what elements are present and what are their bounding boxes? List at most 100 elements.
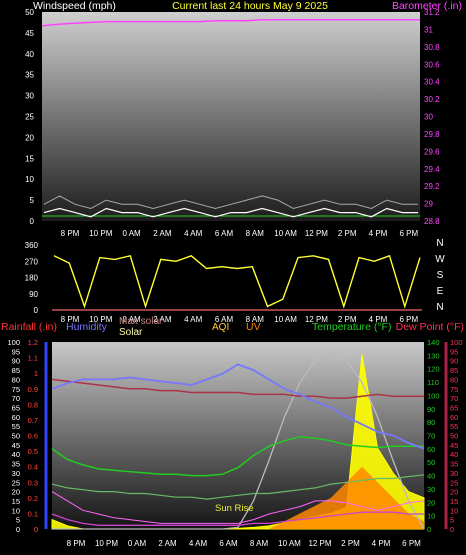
humidity-y-tick: 100	[7, 338, 20, 347]
humidity-y-tick: 85	[12, 366, 20, 375]
dewpoint-y-tick: 55	[450, 422, 458, 431]
temperature-y-tick: 20	[427, 498, 435, 507]
rain-y-tick: 0.9	[28, 385, 38, 394]
rain-y-tick: 0.6	[28, 432, 38, 441]
wind-y-tick: 10	[25, 175, 34, 184]
dewpoint-axis-title: Dew Point (°F)	[396, 321, 464, 333]
multi-x-tick: 4 PM	[372, 539, 391, 548]
direction-y-tick: 360	[25, 241, 39, 250]
rain-y-tick: 0.5	[28, 447, 38, 456]
humidity-y-tick: 55	[12, 422, 20, 431]
humidity-y-tick: 80	[12, 375, 20, 384]
dewpoint-y-tick: 70	[450, 394, 458, 403]
dewpoint-y-tick: 60	[450, 413, 458, 422]
humidity-y-tick: 50	[12, 432, 20, 441]
temperature-y-tick: 60	[427, 445, 435, 454]
rain-y-tick: 1.2	[28, 338, 38, 347]
dewpoint-y-tick: 85	[450, 366, 458, 375]
dewpoint-y-tick: 45	[450, 441, 458, 450]
temperature-y-tick: 40	[427, 472, 435, 481]
wind-y-tick: 5	[30, 196, 35, 205]
dewpoint-y-tick: 30	[450, 469, 458, 478]
humidity-legend: Humidity	[66, 321, 108, 333]
windspeed-axis-title: Windspeed (mph)	[33, 0, 116, 12]
dewpoint-y-tick: 0	[450, 525, 454, 534]
wind-y-tick: 35	[25, 71, 34, 80]
barometer-y-tick: 29	[424, 200, 433, 209]
wind-x-tick: 6 PM	[399, 229, 418, 238]
dewpoint-y-tick: 95	[450, 347, 458, 356]
wind-y-tick: 15	[25, 154, 34, 163]
rain-y-tick: 0.2	[28, 494, 38, 503]
humidity-y-tick: 75	[12, 385, 20, 394]
barometer-y-tick: 29.8	[424, 130, 440, 139]
rainfall-axis-title: Rainfall (.in)	[1, 321, 57, 333]
wind-y-tick: 20	[25, 133, 34, 142]
max-solar-legend: Max solar	[119, 316, 163, 327]
multi-x-tick: 10 PM	[95, 539, 118, 548]
rain-y-tick: 0.4	[28, 463, 38, 472]
compass-label: W	[435, 254, 445, 265]
humidity-y-tick: 60	[12, 413, 20, 422]
rain-y-tick: 1	[34, 369, 38, 378]
rain-y-tick: 0	[34, 525, 38, 534]
uv-legend: UV	[246, 321, 261, 333]
humidity-y-tick: 10	[12, 506, 20, 515]
humidity-y-tick: 30	[12, 469, 20, 478]
wind-plot-background	[42, 12, 420, 221]
wind-x-tick: 4 AM	[184, 229, 203, 238]
wind-y-tick: 0	[30, 217, 35, 226]
humidity-y-tick: 45	[12, 441, 20, 450]
humidity-y-tick: 25	[12, 478, 20, 487]
temperature-y-tick: 10	[427, 512, 435, 521]
temperature-y-tick: 50	[427, 458, 435, 467]
temperature-y-tick: 120	[427, 365, 440, 374]
multi-x-tick: 6 PM	[402, 539, 421, 548]
rain-y-tick: 1.1	[28, 354, 38, 363]
direction-y-tick: 180	[25, 274, 39, 283]
barometer-y-tick: 31	[424, 25, 433, 34]
dewpoint-y-tick: 10	[450, 506, 458, 515]
wind-x-tick: 8 AM	[246, 229, 265, 238]
multi-x-tick: 0 AM	[128, 539, 147, 548]
barometer-y-tick: 30.8	[424, 43, 440, 52]
sunrise-annotation: Sun Rise	[215, 503, 254, 514]
dewpoint-y-tick: 15	[450, 497, 458, 506]
rain-y-tick: 0.8	[28, 400, 38, 409]
wind-y-tick: 40	[25, 50, 34, 59]
wind-x-tick: 2 AM	[153, 229, 172, 238]
rain-y-tick: 0.7	[28, 416, 38, 425]
wind-y-tick: 25	[25, 113, 34, 122]
temperature-y-tick: 90	[427, 405, 435, 414]
temperature-y-tick: 110	[427, 378, 439, 387]
wind-x-tick: 2 PM	[338, 229, 357, 238]
wind-x-tick: 10 PM	[89, 229, 112, 238]
multi-x-tick: 4 AM	[189, 539, 208, 548]
dewpoint-y-tick: 25	[450, 478, 458, 487]
dewpoint-y-tick: 50	[450, 432, 458, 441]
multi-x-tick: 6 AM	[219, 539, 238, 548]
temperature-axis-title: Temperature (°F)	[312, 321, 391, 333]
direction-x-tick: 4 AM	[184, 315, 203, 324]
dewpoint-y-tick: 20	[450, 488, 458, 497]
wind-x-tick: 8 PM	[61, 229, 80, 238]
aqi-legend: AQI	[212, 322, 229, 333]
compass-label: N	[436, 238, 443, 249]
humidity-y-tick: 20	[12, 488, 20, 497]
temperature-y-tick: 130	[427, 351, 440, 360]
dewpoint-y-tick: 5	[450, 516, 454, 525]
multi-x-tick: 2 AM	[158, 539, 177, 548]
barometer-y-tick: 28.8	[424, 217, 440, 226]
dewpoint-y-tick: 90	[450, 357, 458, 366]
dewpoint-y-tick: 35	[450, 460, 458, 469]
multi-x-tick: 10 AM	[278, 539, 301, 548]
solar-legend: Solar	[119, 327, 143, 338]
direction-y-tick: 270	[25, 257, 39, 266]
weather-charts: 0510152025303540455028.82929.229.429.629…	[1, 0, 464, 548]
wind-x-tick: 6 AM	[215, 229, 234, 238]
humidity-y-tick: 95	[12, 347, 20, 356]
dewpoint-y-tick: 65	[450, 403, 458, 412]
dewpoint-y-tick: 75	[450, 385, 458, 394]
barometer-y-tick: 29.2	[424, 182, 440, 191]
temperature-y-tick: 80	[427, 418, 435, 427]
